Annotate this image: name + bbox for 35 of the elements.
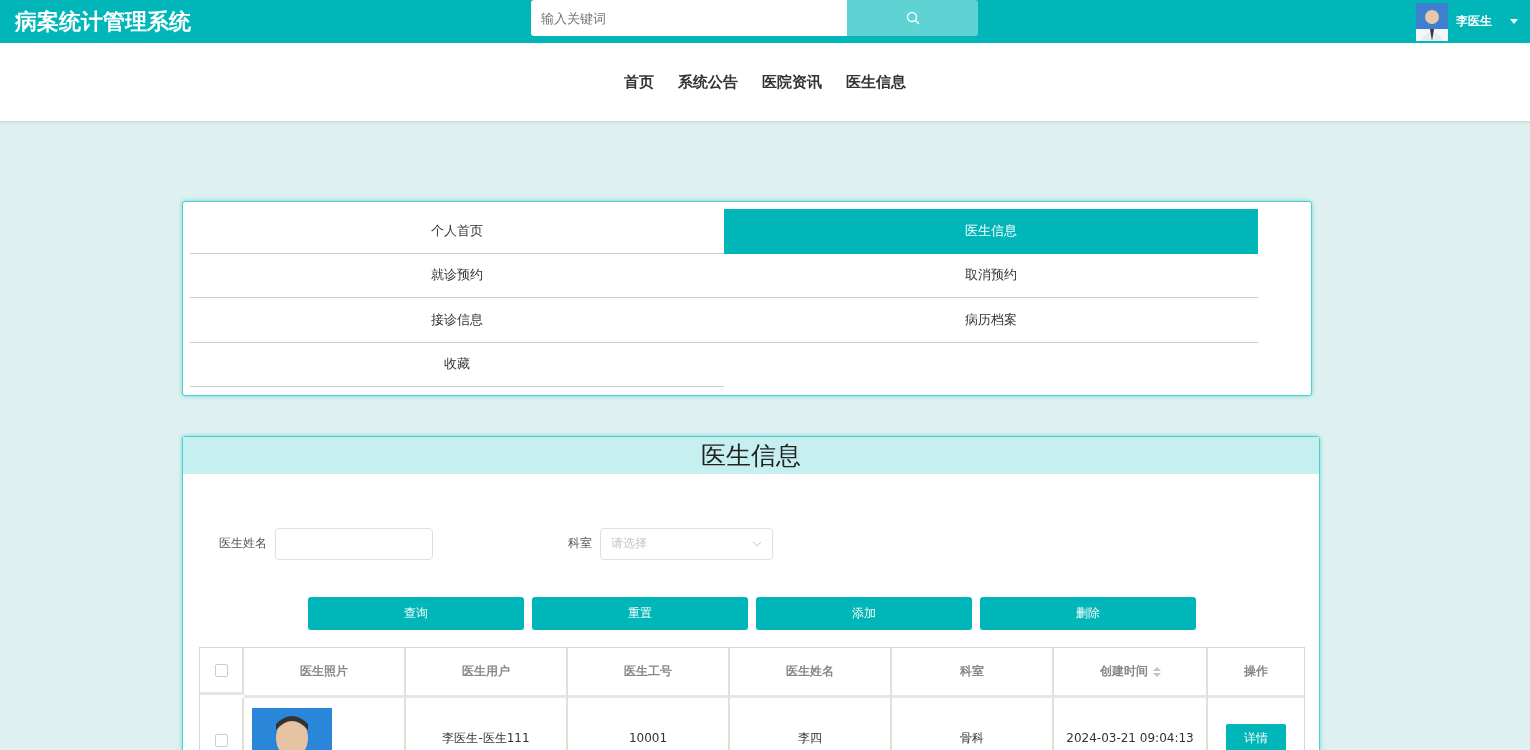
menu-item[interactable]: 个人首页 xyxy=(190,209,724,254)
app-title: 病案统计管理系统 xyxy=(15,7,192,36)
menu-item[interactable]: 收藏 xyxy=(190,342,724,387)
checkbox[interactable] xyxy=(214,734,228,747)
table-cell: 骨科 xyxy=(960,729,984,747)
filter-label: 科室 xyxy=(568,535,592,552)
menu-item[interactable]: 接诊信息 xyxy=(190,298,724,343)
panel-title: 医生信息 xyxy=(183,437,1319,474)
nav-link[interactable]: 医院资讯 xyxy=(762,72,822,92)
filter-label: 医生姓名 xyxy=(219,535,267,552)
checkbox[interactable] xyxy=(214,664,228,677)
caret-icon[interactable] xyxy=(1510,19,1518,24)
column-header: 科室 xyxy=(960,663,984,680)
column-header: 医生照片 xyxy=(300,663,348,680)
column-header[interactable]: 创建时间 xyxy=(1099,663,1148,680)
column-header: 操作 xyxy=(1244,663,1268,680)
sort-icon[interactable] xyxy=(1152,666,1161,677)
table-cell: 李医生-医生111 xyxy=(442,729,530,747)
search-field[interactable]: 输入关键词 xyxy=(531,0,847,36)
nav-link[interactable]: 首页 xyxy=(624,72,654,92)
table-cell: 李四 xyxy=(798,729,822,747)
input-field[interactable] xyxy=(275,527,433,560)
chevron-icon xyxy=(752,540,762,547)
search-icon xyxy=(905,11,920,25)
table-cell: 2024-03-21 09:04:13 xyxy=(1066,731,1194,745)
menu-item[interactable]: 取消预约 xyxy=(724,253,1258,298)
search-button[interactable] xyxy=(847,0,978,36)
nav-link[interactable]: 系统公告 xyxy=(678,72,738,92)
column-header: 医生工号 xyxy=(624,663,672,680)
table-cell: 10001 xyxy=(628,731,668,745)
column-header: 医生用户 xyxy=(462,663,510,680)
menu-item[interactable]: 就诊预约 xyxy=(190,253,724,298)
nav-link[interactable]: 医生信息 xyxy=(846,72,906,92)
menu-item[interactable]: 病历档案 xyxy=(724,298,1258,343)
column-header: 医生姓名 xyxy=(786,663,834,680)
